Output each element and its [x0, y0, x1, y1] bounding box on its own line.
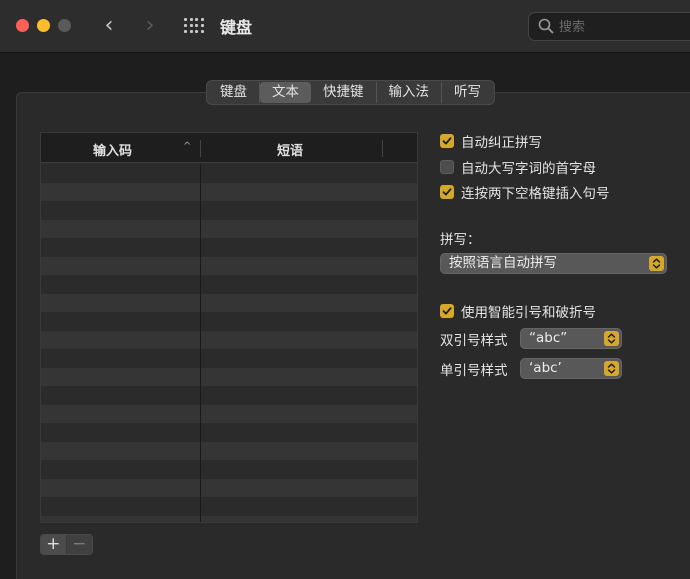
auto-correct-label: 自动纠正拼写	[461, 135, 542, 151]
checkmark-icon	[442, 137, 452, 145]
single-quote-style-value: ‘abc’	[529, 360, 562, 376]
column-divider	[200, 164, 201, 522]
forward-chevron-icon[interactable]: ›	[140, 13, 160, 39]
table-row[interactable]	[41, 478, 417, 497]
tab-dictation[interactable]: 听写	[442, 82, 493, 103]
close-window-button[interactable]	[16, 19, 29, 32]
auto-capitalize-option[interactable]: 自动大写字词的首字母	[440, 158, 596, 177]
smart-quotes-checkbox[interactable]	[440, 304, 454, 318]
table-row[interactable]	[41, 497, 417, 516]
column-divider	[200, 140, 201, 157]
table-rows	[41, 164, 417, 522]
minimize-window-button[interactable]	[37, 19, 50, 32]
table-row[interactable]	[41, 460, 417, 479]
add-remove-control: + −	[40, 534, 93, 555]
checkmark-icon	[442, 307, 452, 315]
zoom-window-button[interactable]	[58, 19, 71, 32]
window-title: 键盘	[220, 18, 253, 37]
search-field[interactable]	[528, 12, 690, 41]
column-header-phrase[interactable]: 短语	[277, 140, 303, 159]
table-header: 输入码 ^ 短语	[41, 133, 417, 163]
auto-correct-option[interactable]: 自动纠正拼写	[440, 132, 542, 151]
double-quote-style-popup[interactable]: “abc”	[520, 328, 622, 349]
table-row[interactable]	[41, 238, 417, 257]
smart-quotes-option[interactable]: 使用智能引号和破折号	[440, 302, 596, 321]
table-row[interactable]	[41, 219, 417, 238]
add-replacement-button[interactable]: +	[41, 535, 67, 554]
single-quote-style-label: 单引号样式	[440, 363, 508, 379]
column-divider	[382, 140, 383, 157]
auto-capitalize-checkbox[interactable]	[440, 160, 454, 174]
auto-correct-checkbox[interactable]	[440, 134, 454, 148]
up-down-chevron-icon	[649, 256, 664, 271]
table-row[interactable]	[41, 312, 417, 331]
tab-bar: 键盘 文本 快捷键 输入法 听写	[206, 80, 495, 105]
tab-input-sources[interactable]: 输入法	[377, 82, 442, 103]
table-row[interactable]	[41, 293, 417, 312]
table-row[interactable]	[41, 182, 417, 201]
tab-shortcuts[interactable]: 快捷键	[311, 82, 377, 103]
table-row[interactable]	[41, 330, 417, 349]
text-replacement-table[interactable]: 输入码 ^ 短语	[40, 132, 418, 523]
table-row[interactable]	[41, 367, 417, 386]
table-row[interactable]	[41, 349, 417, 368]
spelling-popup[interactable]: 按照语言自动拼写	[440, 253, 667, 274]
table-row[interactable]	[41, 164, 417, 183]
show-all-grid-icon[interactable]	[184, 18, 204, 34]
double-space-period-option[interactable]: 连按两下空格键插入句号	[440, 183, 610, 202]
table-row[interactable]	[41, 386, 417, 405]
double-space-period-label: 连按两下空格键插入句号	[461, 186, 610, 202]
tab-keyboard[interactable]: 键盘	[208, 82, 260, 103]
auto-capitalize-label: 自动大写字词的首字母	[461, 161, 596, 177]
double-quote-style-label: 双引号样式	[440, 333, 508, 349]
up-down-chevron-icon	[604, 331, 619, 346]
sort-ascending-icon[interactable]: ^	[183, 141, 191, 152]
smart-quotes-label: 使用智能引号和破折号	[461, 305, 596, 321]
tab-text[interactable]: 文本	[260, 82, 311, 103]
title-bar: ‹ › 键盘	[0, 0, 690, 53]
table-row[interactable]	[41, 423, 417, 442]
single-quote-style-popup[interactable]: ‘abc’	[520, 358, 622, 379]
spelling-label: 拼写：	[440, 232, 481, 248]
table-row[interactable]	[41, 441, 417, 460]
column-header-code[interactable]: 输入码	[93, 140, 132, 159]
table-row[interactable]	[41, 404, 417, 423]
remove-replacement-button[interactable]: −	[66, 535, 92, 554]
table-row[interactable]	[41, 515, 417, 522]
table-row[interactable]	[41, 275, 417, 294]
table-row[interactable]	[41, 256, 417, 275]
checkmark-icon	[442, 188, 452, 196]
search-icon	[538, 18, 554, 34]
double-space-period-checkbox[interactable]	[440, 185, 454, 199]
spelling-value: 按照语言自动拼写	[449, 255, 557, 271]
back-chevron-icon[interactable]: ‹	[99, 13, 119, 39]
double-quote-style-value: “abc”	[529, 330, 568, 346]
search-input[interactable]	[559, 17, 689, 37]
table-row[interactable]	[41, 201, 417, 220]
up-down-chevron-icon	[604, 361, 619, 376]
